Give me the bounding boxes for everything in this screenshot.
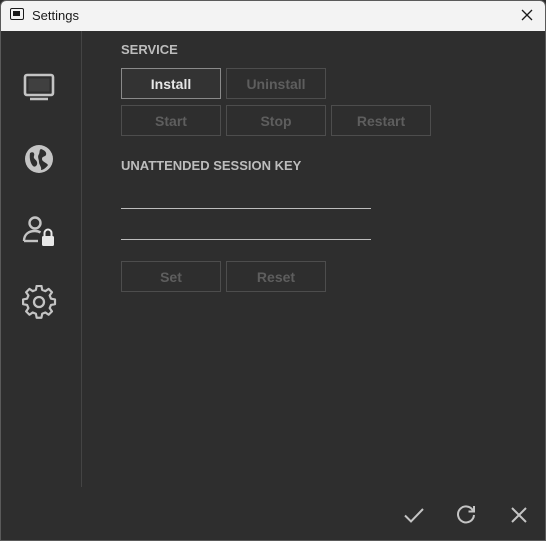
refresh-button[interactable]: [453, 502, 479, 528]
session-key-section-title: UNATTENDED SESSION KEY: [121, 158, 302, 173]
set-button[interactable]: Set: [121, 261, 221, 292]
install-button[interactable]: Install: [121, 68, 221, 99]
sidebar-item-security[interactable]: [21, 213, 57, 249]
cancel-button[interactable]: [506, 502, 532, 528]
service-section-title: SERVICE: [121, 42, 178, 57]
monitor-icon: [23, 73, 55, 101]
title-bar: Settings: [1, 1, 545, 31]
app-icon: [10, 8, 24, 20]
user-lock-icon: [22, 216, 54, 246]
session-key-confirm-input[interactable]: [121, 239, 371, 240]
checkmark-icon: [404, 508, 424, 523]
window-close-button[interactable]: [515, 3, 539, 27]
sidebar: [1, 31, 82, 487]
close-icon: [511, 507, 527, 523]
restart-button[interactable]: Restart: [331, 105, 431, 136]
settings-window: Settings SERVICE Install Uninstall Start…: [0, 0, 546, 541]
globe-icon: [25, 145, 53, 173]
sidebar-item-display[interactable]: [21, 69, 57, 105]
session-key-input[interactable]: [121, 208, 371, 209]
sidebar-item-general[interactable]: [21, 284, 57, 321]
gear-icon: [21, 284, 57, 319]
sidebar-item-network[interactable]: [21, 141, 57, 177]
start-button[interactable]: Start: [121, 105, 221, 136]
reset-button[interactable]: Reset: [226, 261, 326, 292]
refresh-icon: [457, 505, 475, 524]
close-icon: [521, 9, 533, 21]
window-title: Settings: [32, 8, 79, 23]
apply-button[interactable]: [401, 502, 427, 528]
stop-button[interactable]: Stop: [226, 105, 326, 136]
uninstall-button[interactable]: Uninstall: [226, 68, 326, 99]
